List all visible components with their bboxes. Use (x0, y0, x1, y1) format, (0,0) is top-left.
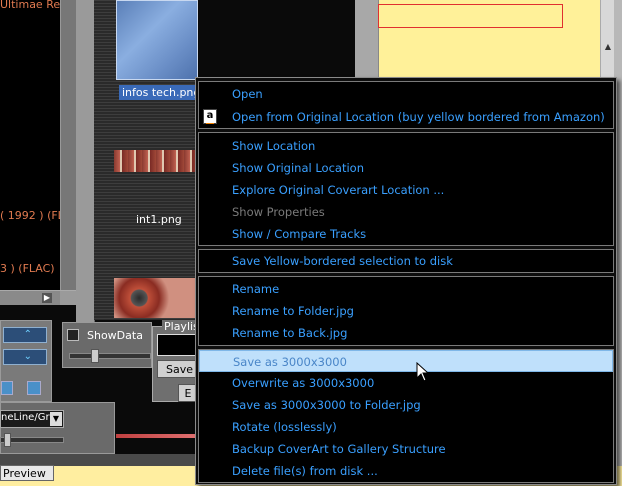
menu-group-save-as: Save as 3000x3000 Overwrite as 3000x3000… (198, 349, 614, 483)
menu-item-save-yellow[interactable]: Save Yellow-bordered selection to disk (199, 250, 613, 272)
menu-item-delete-files[interactable]: Delete file(s) from disk ... (199, 460, 613, 482)
right-scrollbar[interactable]: ▲ (600, 0, 615, 78)
left-vertical-scrollbar[interactable] (60, 0, 77, 290)
menu-item-rotate[interactable]: Rotate (losslessly) (199, 416, 613, 438)
menu-group-rename: Rename Rename to Folder.jpg Rename to Ba… (198, 276, 614, 346)
menu-group-save-yellow: Save Yellow-bordered selection to disk (198, 249, 614, 273)
yellow-bordered-field[interactable] (378, 4, 563, 28)
showdata-label: ShowData (87, 329, 143, 342)
showdata-slider[interactable] (69, 353, 151, 359)
left-horizontal-scrollbar[interactable]: ▶ (0, 290, 76, 305)
up-arrow-icon: ⌃ (23, 329, 32, 340)
menu-item-rename-back[interactable]: Rename to Back.jpg (199, 322, 613, 344)
left-list-line: 3 ) (FLAC) (0, 262, 55, 275)
showdata-checkbox[interactable] (67, 329, 79, 341)
playlist-input[interactable] (157, 334, 197, 356)
menu-item-rename-folder[interactable]: Rename to Folder.jpg (199, 300, 613, 322)
menu-item-open-original[interactable]: a Open from Original Location (buy yello… (199, 106, 613, 128)
scroll-right-arrow-icon[interactable]: ▶ (42, 293, 52, 303)
small-button-2[interactable] (27, 381, 41, 395)
up-arrow-button[interactable]: ⌃ (3, 327, 47, 343)
thumbnail-label-selected[interactable]: infos tech.png (119, 85, 204, 100)
menu-item-save-3000-folder[interactable]: Save as 3000x3000 to Folder.jpg (199, 394, 613, 416)
scroll-up-arrow-icon[interactable]: ▲ (603, 42, 613, 52)
line-dropdown[interactable]: neLine/Gr ▼ (0, 410, 64, 428)
menu-item-show-location[interactable]: Show Location (199, 135, 613, 157)
small-button-1[interactable] (1, 381, 13, 395)
menu-item-show-original-location[interactable]: Show Original Location (199, 157, 613, 179)
menu-item-backup-coverart[interactable]: Backup CoverArt to Gallery Structure (199, 438, 613, 460)
amazon-icon: a (203, 109, 217, 124)
menu-item-open[interactable]: Open (199, 83, 613, 105)
left-list-panel[interactable]: Ultimae Rec ( 1992 ) (FLAC 3 ) (FLAC) (0, 0, 79, 290)
thumbnail-int1[interactable] (114, 150, 198, 172)
down-arrow-button[interactable]: ⌄ (3, 349, 47, 365)
left-panel-frame (76, 0, 95, 322)
showdata-slider-thumb[interactable] (91, 349, 99, 363)
menu-item-show-compare-tracks[interactable]: Show / Compare Tracks (199, 223, 613, 245)
lower-slider-1-thumb[interactable] (4, 433, 11, 447)
mouse-cursor-icon (416, 362, 430, 382)
bottom-left-controls: ⌃ ⌄ (0, 320, 52, 402)
menu-item-rename[interactable]: Rename (199, 278, 613, 300)
preview-tab[interactable]: Preview (0, 465, 54, 481)
playlist-save-button[interactable]: Save (157, 360, 197, 378)
thumbnail-infos-tech[interactable] (116, 0, 198, 80)
dropdown-value: neLine/Gr (1, 412, 50, 423)
menu-item-show-properties: Show Properties (232, 205, 325, 219)
scroll-corner (60, 291, 76, 305)
menu-item-overwrite-3000[interactable]: Overwrite as 3000x3000 (199, 372, 613, 394)
showdata-panel: ShowData (62, 322, 152, 368)
progress-bar-red (116, 434, 196, 438)
thumbnail-3[interactable] (114, 278, 198, 318)
menu-group-show: Show Location Show Original Location Exp… (198, 132, 614, 246)
menu-item-label: Open from Original Location (buy yellow … (232, 110, 605, 124)
chevron-down-icon: ▼ (50, 412, 62, 426)
thumbnail-label: int1.png (136, 213, 182, 226)
menu-item-save-3000[interactable]: Save as 3000x3000 (199, 350, 613, 372)
menu-item-explore-original[interactable]: Explore Original Coverart Location ... (199, 179, 613, 201)
down-arrow-icon: ⌄ (23, 351, 32, 362)
context-menu: Open a Open from Original Location (buy … (195, 77, 617, 485)
menu-group-open: Open a Open from Original Location (buy … (198, 81, 614, 129)
left-list-line: Ultimae Rec (0, 0, 67, 11)
